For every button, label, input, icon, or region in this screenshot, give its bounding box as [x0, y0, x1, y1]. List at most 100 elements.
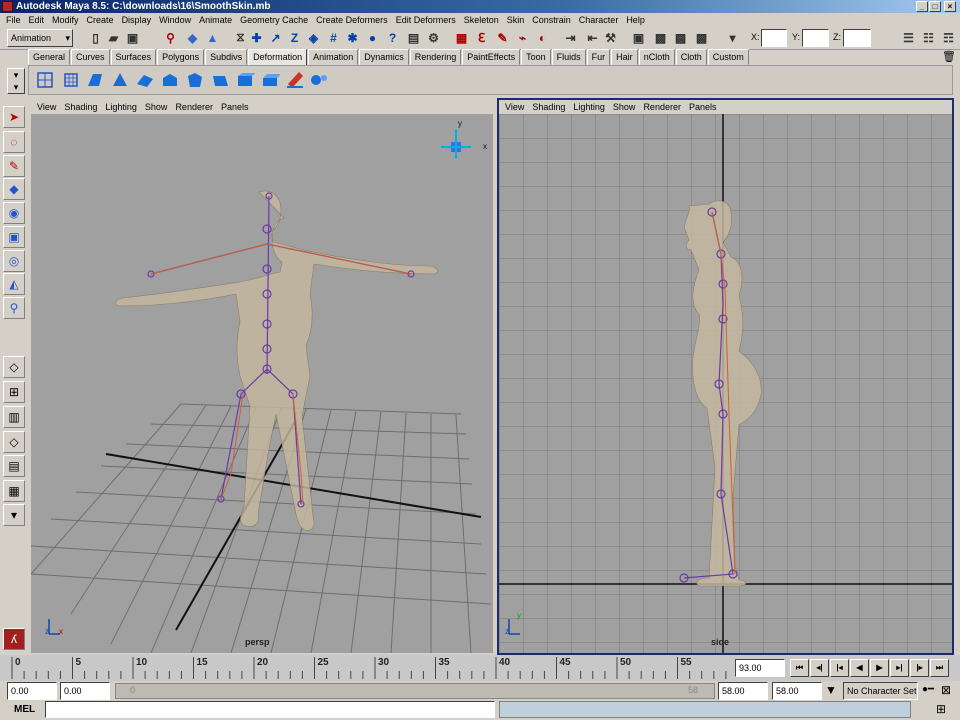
- animation-preferences-icon[interactable]: ⊠: [941, 683, 951, 697]
- menu-character[interactable]: Character: [575, 13, 623, 27]
- y-field[interactable]: [802, 29, 829, 47]
- lasso-tool-icon[interactable]: ◌: [3, 131, 25, 153]
- shelf-tab-painteffects[interactable]: PaintEffects: [462, 49, 521, 65]
- menu-constrain[interactable]: Constrain: [528, 13, 575, 27]
- side-viewport[interactable]: View Shading Lighting Show Renderer Pane…: [497, 98, 954, 655]
- menu-create-deformers[interactable]: Create Deformers: [312, 13, 392, 27]
- persp-viewport[interactable]: View Shading Lighting Show Renderer Pane…: [29, 98, 495, 655]
- menu-edit[interactable]: Edit: [25, 13, 49, 27]
- menu-skin[interactable]: Skin: [503, 13, 529, 27]
- script-editor-icon[interactable]: ⊞: [936, 702, 946, 716]
- new-scene-icon[interactable]: ▯: [87, 29, 104, 46]
- play-backwards-icon[interactable]: ◀: [850, 659, 869, 677]
- render-globals-icon[interactable]: ▩: [693, 29, 710, 46]
- close-button[interactable]: ×: [944, 1, 956, 12]
- select-object-icon[interactable]: ◆: [184, 29, 201, 46]
- menu-set-dropdown[interactable]: Animation ▾: [7, 29, 73, 47]
- magnet-icon[interactable]: ◐: [534, 29, 551, 46]
- snap-plane-icon[interactable]: ◈: [305, 29, 322, 46]
- paint-tool-icon[interactable]: ✎: [494, 29, 511, 46]
- side-menu-lighting[interactable]: Lighting: [569, 100, 609, 114]
- four-pane-layout-icon[interactable]: ⊞: [3, 381, 25, 403]
- bend-icon[interactable]: [85, 70, 105, 90]
- snap-grid-icon[interactable]: ✚: [248, 29, 265, 46]
- character-set-dropdown-icon[interactable]: ▼: [825, 683, 837, 697]
- squash-icon[interactable]: [160, 70, 180, 90]
- go-to-end-icon[interactable]: ⏭: [930, 659, 949, 677]
- cluster-icon[interactable]: [61, 70, 81, 90]
- character-set-field[interactable]: No Character Set: [843, 682, 918, 700]
- time-slider[interactable]: 0 5 10 15 20 25 30 35 40 45 50 55 93.00 ⏮ ◂| |◂ ◀ ▶…: [0, 655, 960, 681]
- persp-menu-show[interactable]: Show: [141, 100, 172, 114]
- select-tool-icon[interactable]: ➤: [3, 106, 25, 128]
- shelf-tab-fluids[interactable]: Fluids: [551, 49, 586, 65]
- menu-animate[interactable]: Animate: [195, 13, 236, 27]
- shelf-tab-animation[interactable]: Animation: [308, 49, 359, 65]
- select-component-icon[interactable]: ▲: [204, 29, 221, 46]
- input-ops-icon[interactable]: ⇥: [562, 29, 579, 46]
- minimize-button[interactable]: _: [916, 1, 928, 12]
- flare-icon[interactable]: [110, 70, 130, 90]
- snap-curve-icon[interactable]: ↗: [267, 29, 284, 46]
- attribute-editor-icon[interactable]: ☷: [920, 29, 937, 46]
- shelf-tab-cloth[interactable]: Cloth: [675, 49, 707, 65]
- shelf-tab-ncloth[interactable]: nCloth: [638, 49, 675, 65]
- z-field[interactable]: [843, 29, 871, 47]
- shelf-tab-deformation[interactable]: Deformation: [248, 49, 308, 66]
- persp-menu-view[interactable]: View: [33, 100, 60, 114]
- twist-icon[interactable]: [185, 70, 205, 90]
- persp-outliner-layout-icon[interactable]: ◇: [3, 431, 25, 453]
- shelf-menu-button[interactable]: ▾ ▾: [7, 68, 25, 94]
- sculpt-tool-icon[interactable]: ⌁: [514, 29, 531, 46]
- wire-icon[interactable]: [285, 70, 305, 90]
- step-back-frame-icon[interactable]: |◂: [830, 659, 849, 677]
- shelf-tab-fur[interactable]: Fur: [586, 49, 611, 65]
- menu-geometry-cache[interactable]: Geometry Cache: [236, 13, 312, 27]
- trash-icon[interactable]: 🗑: [942, 50, 956, 63]
- channel-box-icon[interactable]: ☰: [900, 29, 917, 46]
- snap-live-icon[interactable]: #: [325, 29, 342, 46]
- layout-options-icon[interactable]: ▾: [3, 504, 25, 526]
- maximize-button[interactable]: □: [929, 1, 941, 12]
- step-forward-frame-icon[interactable]: ▸|: [890, 659, 909, 677]
- shelf-tab-toon[interactable]: Toon: [521, 49, 551, 65]
- hypershade-layout-icon[interactable]: ▦: [3, 480, 25, 502]
- persp-menu-shading[interactable]: Shading: [60, 100, 101, 114]
- playback-start-field[interactable]: 0.00: [60, 682, 110, 700]
- snap-point-icon[interactable]: Z: [286, 29, 303, 46]
- filter-icon[interactable]: ⧖: [232, 29, 249, 46]
- open-scene-icon[interactable]: ▰: [105, 29, 122, 46]
- wave-icon[interactable]: [210, 70, 230, 90]
- go-to-start-icon[interactable]: ⏮: [790, 659, 809, 677]
- mel-command-input[interactable]: [45, 701, 495, 718]
- shelf-tab-dynamics[interactable]: Dynamics: [359, 49, 409, 65]
- menu-window[interactable]: Window: [155, 13, 195, 27]
- soft-mod-icon[interactable]: ◭: [3, 273, 25, 295]
- side-menu-panels[interactable]: Panels: [685, 100, 721, 114]
- ipr-render-icon[interactable]: ▤: [405, 29, 422, 46]
- lattice-icon[interactable]: [35, 70, 55, 90]
- persp-menu-lighting[interactable]: Lighting: [101, 100, 141, 114]
- render-current-icon[interactable]: ▩: [652, 29, 669, 46]
- range-slider[interactable]: 0 58: [115, 683, 715, 699]
- sine-icon[interactable]: [135, 70, 155, 90]
- history-icon[interactable]: ✱: [344, 29, 361, 46]
- menu-create[interactable]: Create: [83, 13, 118, 27]
- shelf-tab-curves[interactable]: Curves: [71, 49, 110, 65]
- playback-end-field[interactable]: 58.00: [718, 682, 768, 700]
- start-time-field[interactable]: 0.00: [7, 682, 57, 700]
- output-ops-icon[interactable]: ⇤: [584, 29, 601, 46]
- shelf-tab-custom[interactable]: Custom: [707, 49, 749, 65]
- rotate-tool-icon[interactable]: ◉: [3, 202, 25, 224]
- shelf-tab-general[interactable]: General: [28, 49, 71, 65]
- render-settings-icon[interactable]: ⚙: [425, 29, 442, 46]
- shelf-tab-polygons[interactable]: Polygons: [157, 49, 205, 65]
- shelf-tab-subdivs[interactable]: Subdivs: [205, 49, 248, 65]
- x-field[interactable]: [761, 29, 787, 47]
- side-menu-renderer[interactable]: Renderer: [639, 100, 685, 114]
- tool-settings-icon[interactable]: ☶: [940, 29, 957, 46]
- render-view-icon[interactable]: ▣: [630, 29, 647, 46]
- selection-mode-dropdown-icon[interactable]: ▾: [724, 29, 741, 46]
- current-frame-field[interactable]: 93.00: [735, 659, 785, 677]
- menu-file[interactable]: File: [2, 13, 25, 27]
